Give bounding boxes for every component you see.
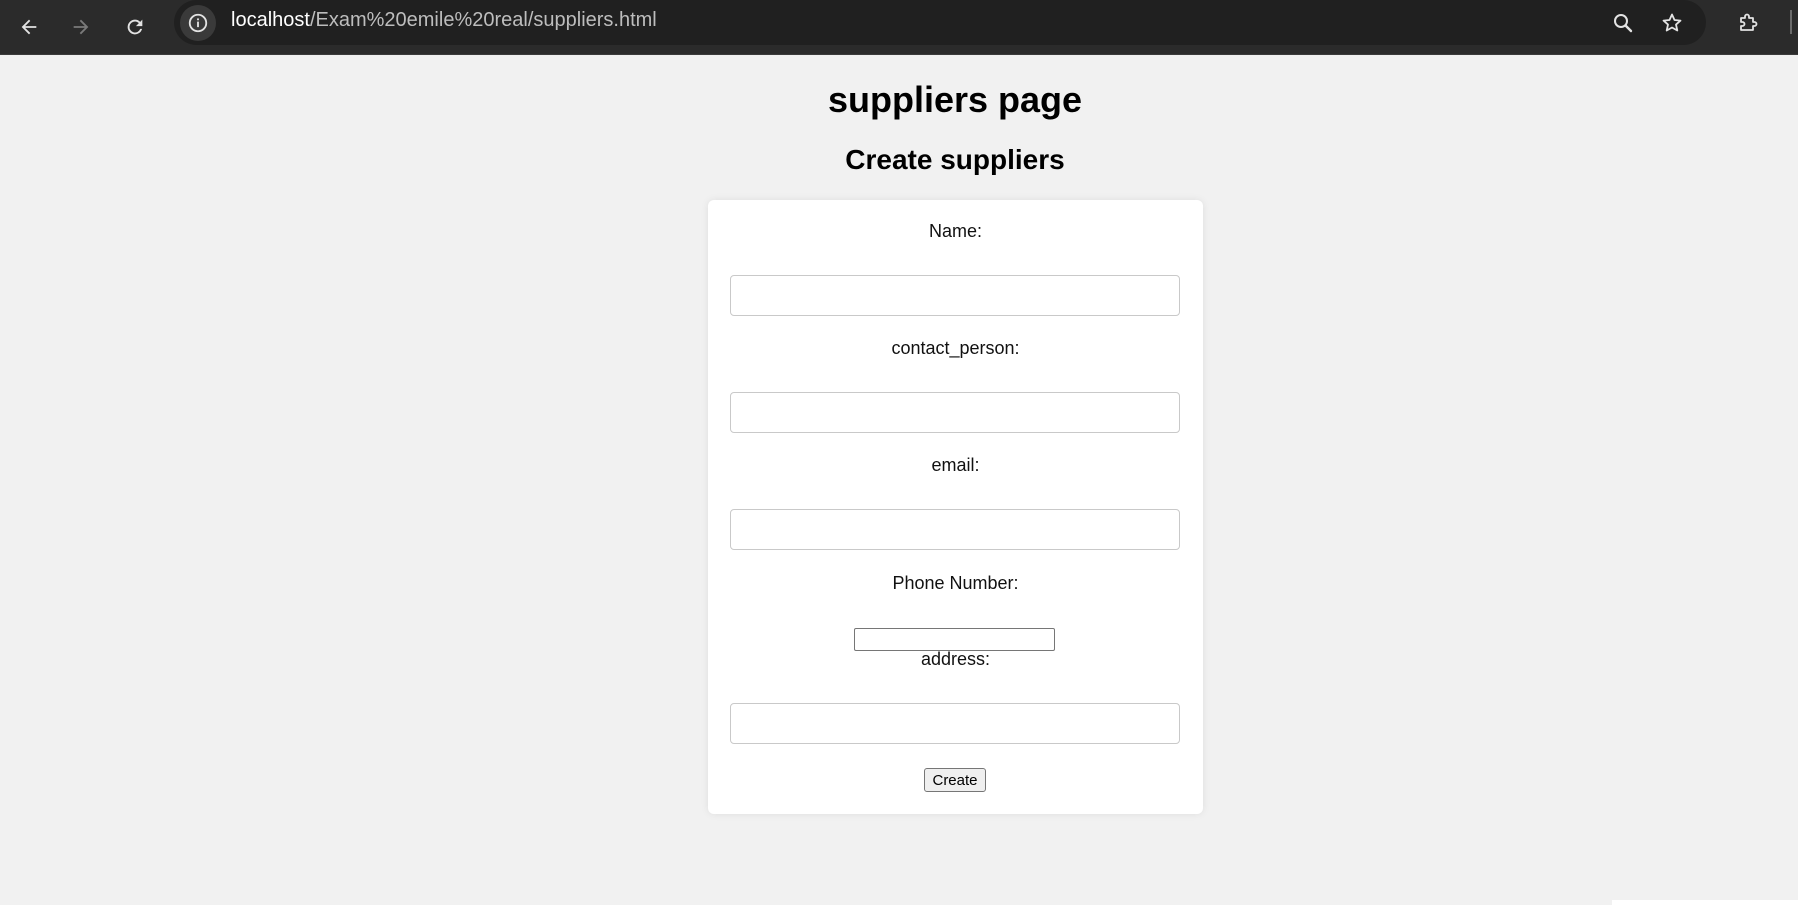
- create-supplier-form: Name: contact_person: email: Phone Numbe…: [708, 200, 1203, 814]
- back-button[interactable]: [10, 8, 48, 46]
- corner-strip: [1612, 900, 1798, 905]
- name-label: Name:: [928, 221, 982, 241]
- browser-toolbar: localhost/Exam%20emile%20real/suppliers.…: [0, 0, 1798, 55]
- phone-number-label: Phone Number:: [892, 573, 1019, 593]
- email-label: email:: [931, 455, 980, 475]
- arrow-right-icon: [73, 19, 89, 35]
- contact-person-label: contact_person:: [891, 338, 1020, 358]
- address-input[interactable]: [730, 703, 1180, 744]
- extensions-button[interactable]: [1730, 5, 1766, 41]
- bookmark-button[interactable]: [1657, 8, 1687, 38]
- zoom-button[interactable]: [1608, 8, 1638, 38]
- phone-number-input[interactable]: [854, 628, 1055, 651]
- reload-icon: [127, 19, 143, 35]
- address-label: address:: [920, 649, 991, 669]
- url-host: localhost: [231, 9, 310, 31]
- create-button[interactable]: Create: [924, 768, 986, 792]
- star-icon: [1662, 13, 1682, 32]
- address-bar[interactable]: localhost/Exam%20emile%20real/suppliers.…: [174, 0, 1706, 45]
- contact-person-input[interactable]: [730, 392, 1180, 433]
- email-input[interactable]: [730, 509, 1180, 550]
- page-title: suppliers page: [827, 79, 1083, 120]
- info-icon: [188, 13, 208, 33]
- arrow-left-icon: [21, 19, 37, 35]
- url-text: localhost/Exam%20emile%20real/suppliers.…: [231, 9, 657, 32]
- page-subtitle: Create suppliers: [845, 144, 1065, 175]
- reload-button[interactable]: [116, 8, 154, 46]
- url-path: /Exam%20emile%20real/suppliers.html: [309, 9, 657, 31]
- name-input[interactable]: [730, 275, 1180, 316]
- magnifier-icon: [1614, 14, 1633, 33]
- page-viewport: suppliers page Create suppliers Name: co…: [0, 56, 1798, 905]
- toolbar-divider: [1790, 10, 1792, 34]
- site-info-button[interactable]: [180, 5, 216, 41]
- puzzle-icon: [1740, 13, 1758, 31]
- forward-button[interactable]: [62, 8, 100, 46]
